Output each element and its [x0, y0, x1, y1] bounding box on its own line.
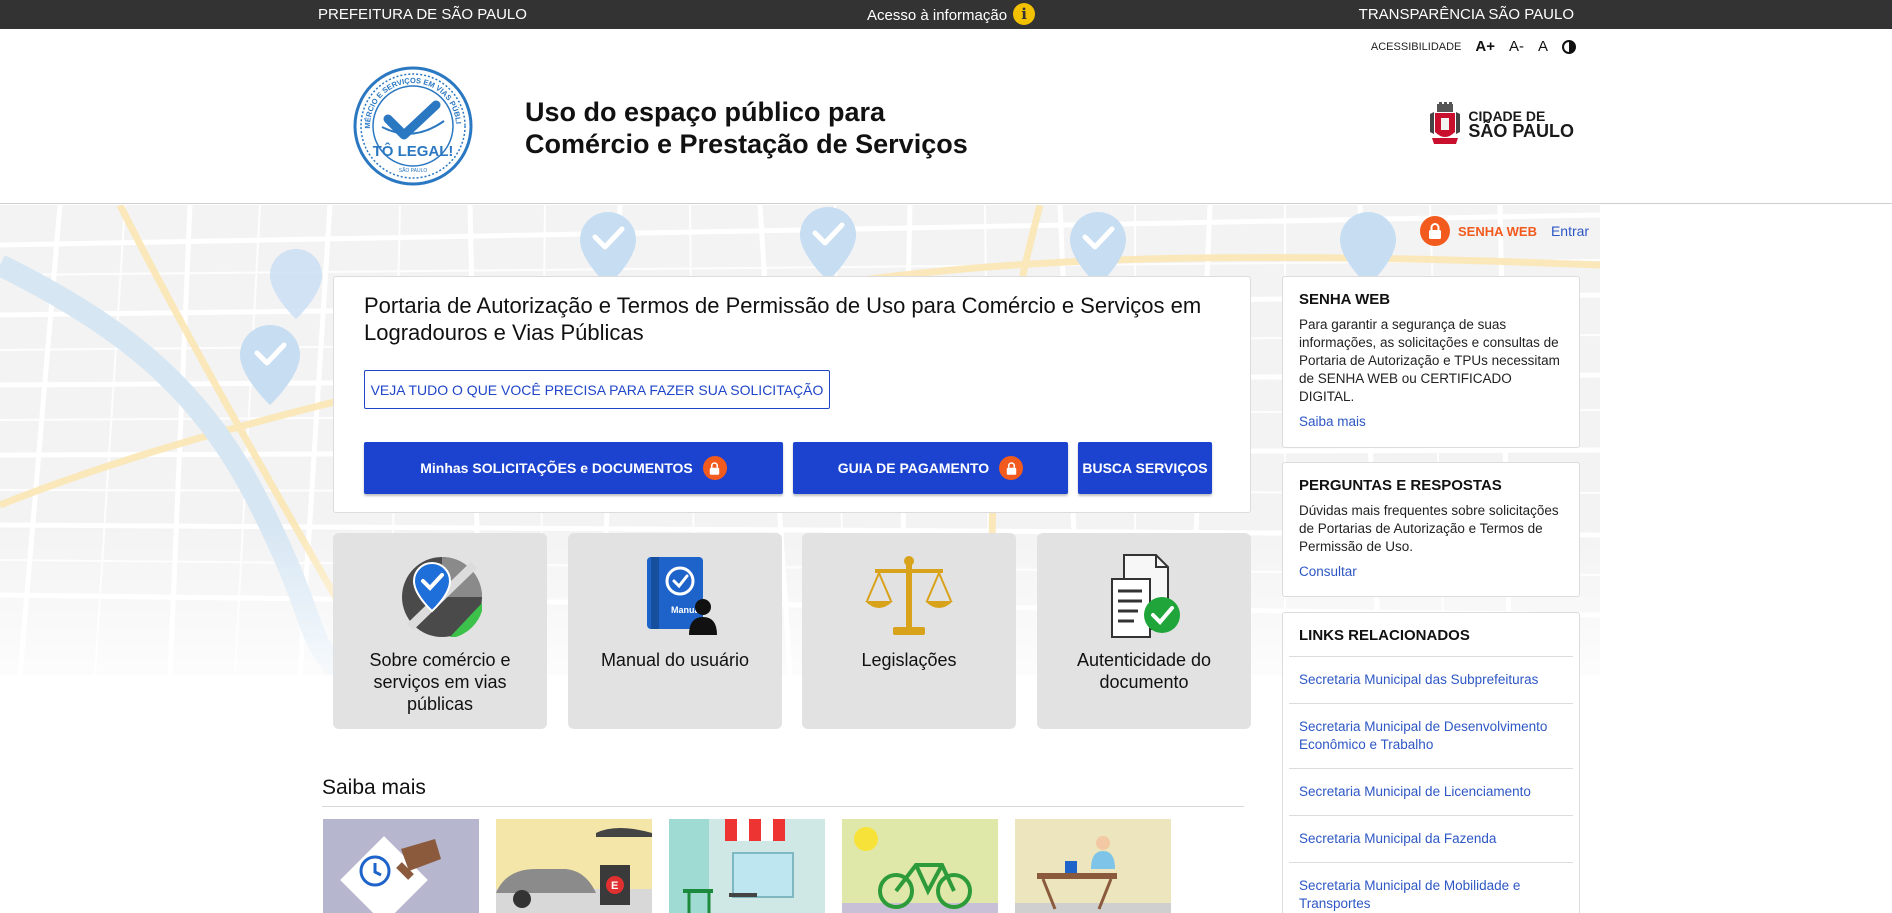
site-title-line2: Comércio e Prestação de Serviços	[525, 129, 968, 159]
busca-servicos-button[interactable]: BUSCA SERVIÇOS	[1078, 442, 1212, 494]
links-card-title: LINKS RELACIONADOS	[1299, 627, 1470, 644]
main-heading: Portaria de Autorização e Termos de Perm…	[364, 293, 1202, 345]
entrar-link[interactable]: Entrar	[1551, 223, 1589, 239]
saiba-mais-title: Saiba mais	[322, 776, 426, 799]
saiba-mais-divider	[322, 806, 1244, 807]
font-decrease-button[interactable]: A-	[1509, 38, 1524, 55]
site-header: COMÉRCIO E SERVIÇOS EM VIAS PÚBLICAS TÔ …	[0, 29, 1892, 204]
veja-tudo-button[interactable]: VEJA TUDO O QUE VOCÊ PRECISA PARA FAZER …	[364, 370, 830, 409]
saiba-mais-thumb-bike[interactable]	[842, 819, 998, 913]
top-bar: PREFEITURA DE SÃO PAULO Acesso à informa…	[0, 0, 1892, 29]
tile-autenticidade[interactable]: Autenticidade do documento	[1037, 533, 1251, 729]
faq-consultar-link[interactable]: Consultar	[1299, 564, 1563, 579]
minhas-solicitacoes-label: Minhas SOLICITAÇÕES e DOCUMENTOS	[420, 460, 693, 476]
info-icon: i	[1013, 3, 1036, 25]
senha-web-login: SENHA WEB Entrar	[1420, 216, 1589, 246]
saiba-mais-thumb-stamp[interactable]	[323, 819, 479, 913]
tile-legislacoes[interactable]: Legislações	[802, 533, 1016, 729]
saiba-mais-thumb-cafe[interactable]	[669, 819, 825, 913]
acesso-informacao-label: Acesso à informação	[867, 7, 1008, 24]
sidebar-faq-card: PERGUNTAS E RESPOSTAS Dúvidas mais frequ…	[1282, 462, 1580, 597]
related-link-mobilidade[interactable]: Secretaria Municipal de Mobilidade e Tra…	[1289, 862, 1573, 913]
tile-sobre-comercio[interactable]: Sobre comércio e serviços em vias públic…	[333, 533, 547, 729]
senha-web-saiba-mais-link[interactable]: Saiba mais	[1299, 414, 1563, 429]
transparencia-link[interactable]: TRANSPARÊNCIA SÃO PAULO	[1359, 6, 1574, 23]
seal-main-text: TÔ LEGAL!	[373, 142, 454, 160]
related-link-fazenda[interactable]: Secretaria Municipal da Fazenda	[1289, 815, 1573, 862]
tile-manual-usuario[interactable]: Manual Manual do usuário	[568, 533, 782, 729]
font-reset-button[interactable]: A	[1538, 38, 1548, 55]
sidebar-links-card: LINKS RELACIONADOS Secretaria Municipal …	[1282, 612, 1580, 913]
city-crest-icon	[1430, 102, 1461, 144]
faq-card-text: Dúvidas mais frequentes sobre solicitaçõ…	[1299, 503, 1559, 554]
tile-label: Legislações	[861, 650, 957, 670]
lock-icon	[1420, 216, 1450, 246]
scales-icon	[865, 556, 953, 635]
saiba-mais-thumb-parking[interactable]: E	[496, 819, 652, 913]
site-title: Uso do espaço público para Comércio e Pr…	[525, 96, 968, 160]
guia-pagamento-label: GUIA DE PAGAMENTO	[837, 460, 990, 476]
lock-icon	[999, 456, 1024, 480]
senha-web-card-title: SENHA WEB	[1299, 291, 1391, 308]
faq-card-title: PERGUNTAS E RESPOSTAS	[1299, 477, 1502, 494]
to-legal-seal-logo[interactable]: COMÉRCIO E SERVIÇOS EM VIAS PÚBLICAS TÔ …	[352, 65, 474, 187]
svg-text:E: E	[611, 880, 618, 892]
document-check-icon	[1111, 554, 1180, 638]
related-link-licenciamento[interactable]: Secretaria Municipal de Licenciamento	[1289, 768, 1573, 815]
font-increase-button[interactable]: A+	[1475, 38, 1495, 55]
accessibility-label: ACESSIBILIDADE	[1370, 40, 1462, 53]
tile-label: Manual do usuário	[600, 650, 750, 670]
manual-book-icon: Manual	[647, 557, 717, 635]
saiba-mais-thumb-street-vendor[interactable]	[1015, 819, 1171, 913]
seal-bottom-text: SÃO PAULO	[399, 167, 428, 174]
tile-label: Autenticidade do documento	[1076, 650, 1212, 692]
acesso-informacao-link[interactable]: Acesso à informação i	[867, 3, 1036, 25]
accessibility-bar: ACESSIBILIDADE A+ A- A	[1371, 38, 1576, 55]
related-link-desenvolvimento[interactable]: Secretaria Municipal de Desenvolvimento …	[1289, 703, 1573, 768]
sidebar-senha-web-card: SENHA WEB Para garantir a segurança de s…	[1282, 276, 1580, 448]
related-links-list: Secretaria Municipal das Subprefeituras …	[1289, 656, 1573, 913]
contrast-toggle-icon[interactable]	[1562, 39, 1576, 54]
senha-web-label: SENHA WEB	[1458, 223, 1537, 239]
site-title-line1: Uso do espaço público para	[525, 97, 886, 127]
city-name: CIDADE DE SÃO PAULO	[1468, 109, 1574, 141]
prefeitura-link[interactable]: PREFEITURA DE SÃO PAULO	[318, 6, 527, 23]
tile-label: Sobre comércio e serviços em vias públic…	[369, 650, 511, 714]
city-name-line2: SÃO PAULO	[1468, 121, 1574, 141]
lock-icon	[702, 456, 727, 480]
minhas-solicitacoes-button[interactable]: Minhas SOLICITAÇÕES e DOCUMENTOS	[364, 442, 783, 494]
map-pin-check-icon	[402, 557, 482, 637]
main-card: Portaria de Autorização e Termos de Perm…	[333, 276, 1251, 513]
senha-web-card-text: Para garantir a segurança de suas inform…	[1299, 317, 1560, 404]
guia-pagamento-button[interactable]: GUIA DE PAGAMENTO	[793, 442, 1068, 494]
cidade-sao-paulo-logo[interactable]: CIDADE DE SÃO PAULO	[1428, 102, 1574, 146]
related-link-subprefeituras[interactable]: Secretaria Municipal das Subprefeituras	[1289, 656, 1573, 703]
